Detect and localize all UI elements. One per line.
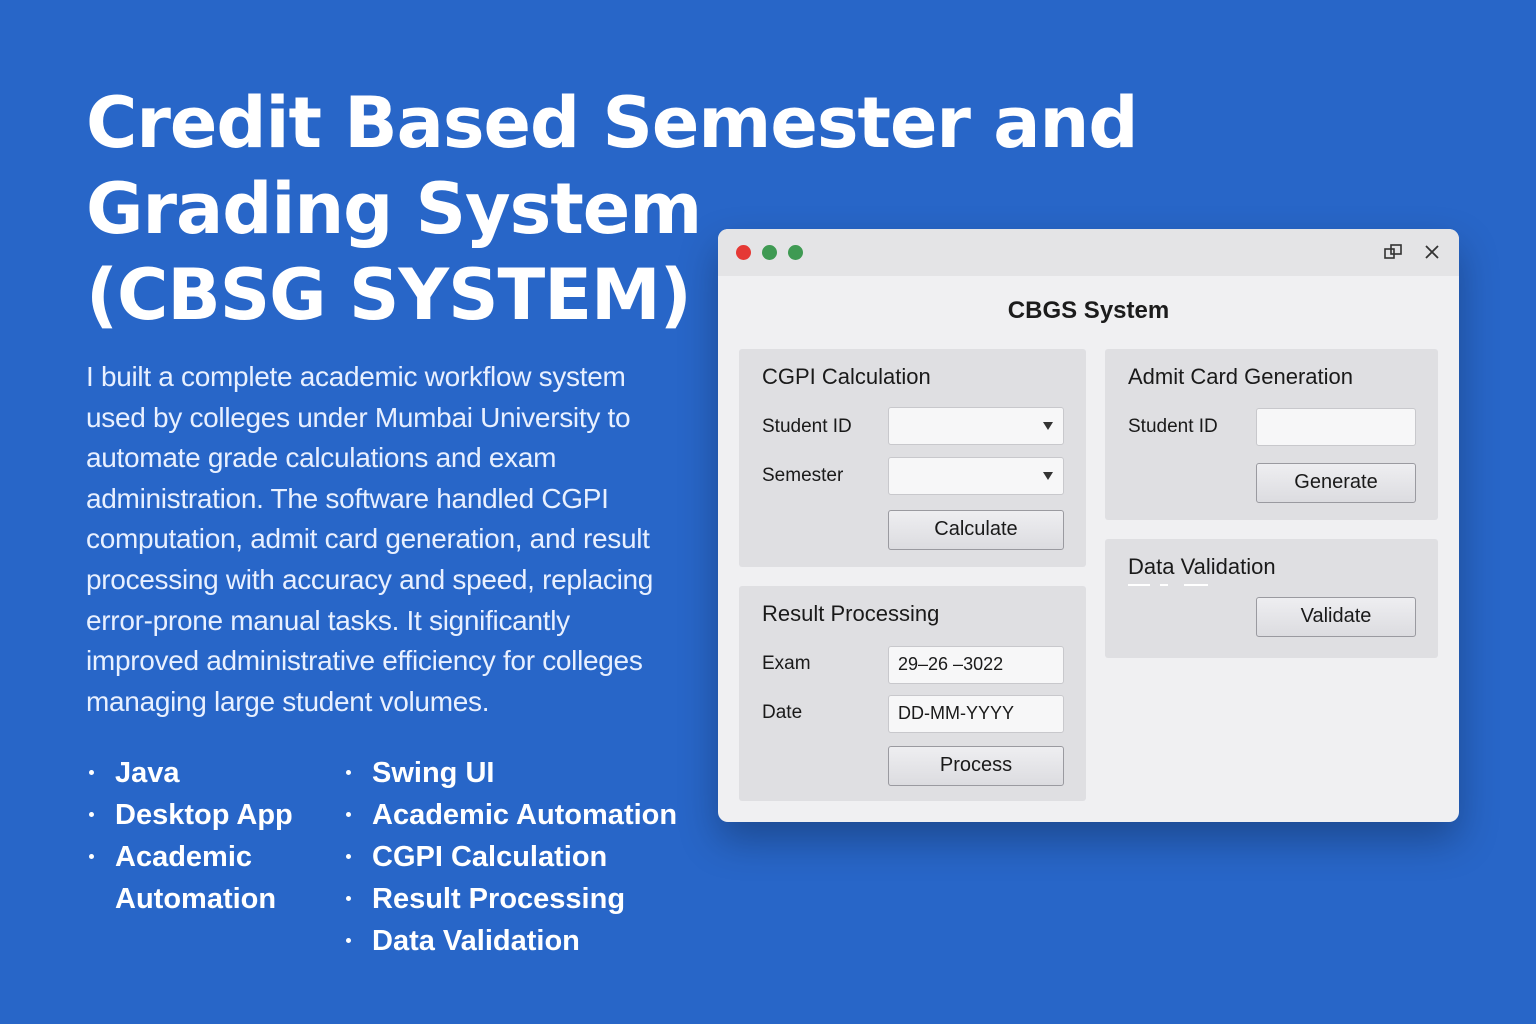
minimize-dot-icon[interactable]	[762, 245, 777, 260]
decorative-dashes	[1128, 584, 1213, 586]
description-line: error-prone manual tasks. It significant…	[86, 604, 570, 636]
chevron-down-icon[interactable]	[1043, 422, 1053, 430]
result-panel-title: Result Processing	[762, 601, 940, 626]
tech-list-right: Swing UI Academic Automation CGPI Calcul…	[343, 752, 683, 962]
tech-item: Academic Automation	[86, 836, 316, 920]
description-line: I built a complete academic workflow sys…	[86, 361, 626, 392]
semester-label: Semester	[762, 465, 844, 486]
semester-select[interactable]	[888, 457, 1064, 495]
validation-panel-title: Data Validation	[1128, 554, 1276, 579]
hero-title-line: Credit Based Semester and	[86, 82, 1139, 164]
tech-item: Desktop App	[86, 794, 316, 836]
restore-icon[interactable]	[1382, 241, 1404, 263]
data-validation-panel: Data Validation Validate	[1105, 539, 1438, 658]
exam-label: Exam	[762, 653, 811, 674]
cgpi-panel: CGPI Calculation Student ID Semester Cal…	[739, 349, 1086, 567]
hero-description: I built a complete academic workflow sys…	[86, 357, 686, 722]
maximize-dot-icon[interactable]	[788, 245, 803, 260]
admit-card-panel-title: Admit Card Generation	[1128, 364, 1353, 389]
description-line: improved administrative efficiency for c…	[86, 645, 643, 677]
student-id-label: Student ID	[1128, 416, 1218, 437]
app-window: CBGS System CGPI Calculation Student ID …	[718, 229, 1459, 822]
admit-student-id-input[interactable]	[1256, 408, 1416, 446]
description-line: automate grade calculations and exam	[86, 442, 557, 474]
process-button[interactable]: Process	[888, 746, 1064, 786]
close-icon[interactable]	[1421, 241, 1443, 263]
description-line: managing large student volumes.	[86, 685, 490, 717]
description-line: administration. The software handled CGP…	[86, 482, 609, 514]
exam-input[interactable]: 29–26 –3022	[888, 646, 1064, 684]
tech-item: Java	[86, 752, 316, 794]
window-title: CBGS System	[1007, 297, 1170, 324]
student-id-select[interactable]	[888, 407, 1064, 445]
generate-button[interactable]: Generate	[1256, 463, 1416, 503]
date-label: Date	[762, 702, 803, 723]
tech-item: Swing UI	[343, 752, 683, 794]
admit-card-panel: Admit Card Generation Student ID Generat…	[1105, 349, 1438, 520]
date-input[interactable]: DD-MM-YYYY	[888, 695, 1064, 733]
tech-list-left: Java Desktop App Academic Automation	[86, 752, 316, 920]
description-line: computation, admit card generation, and …	[86, 523, 650, 555]
chevron-down-icon[interactable]	[1043, 472, 1053, 480]
result-processing-panel: Result Processing Exam 29–26 –3022 Date …	[739, 586, 1086, 801]
student-id-label: Student ID	[762, 416, 852, 437]
window-titlebar[interactable]	[718, 229, 1459, 276]
description-line: processing with accuracy and speed, repl…	[86, 563, 654, 595]
tech-item: Result Processing	[343, 878, 683, 920]
validate-button[interactable]: Validate	[1256, 597, 1416, 637]
cgpi-panel-title: CGPI Calculation	[762, 364, 931, 389]
tech-item: CGPI Calculation	[343, 836, 683, 878]
tech-item: Data Validation	[343, 920, 683, 962]
close-dot-icon[interactable]	[736, 245, 751, 260]
description-line: used by colleges under Mumbai University…	[86, 401, 631, 433]
tech-item: Academic Automation	[343, 794, 683, 836]
calculate-button[interactable]: Calculate	[888, 510, 1064, 550]
